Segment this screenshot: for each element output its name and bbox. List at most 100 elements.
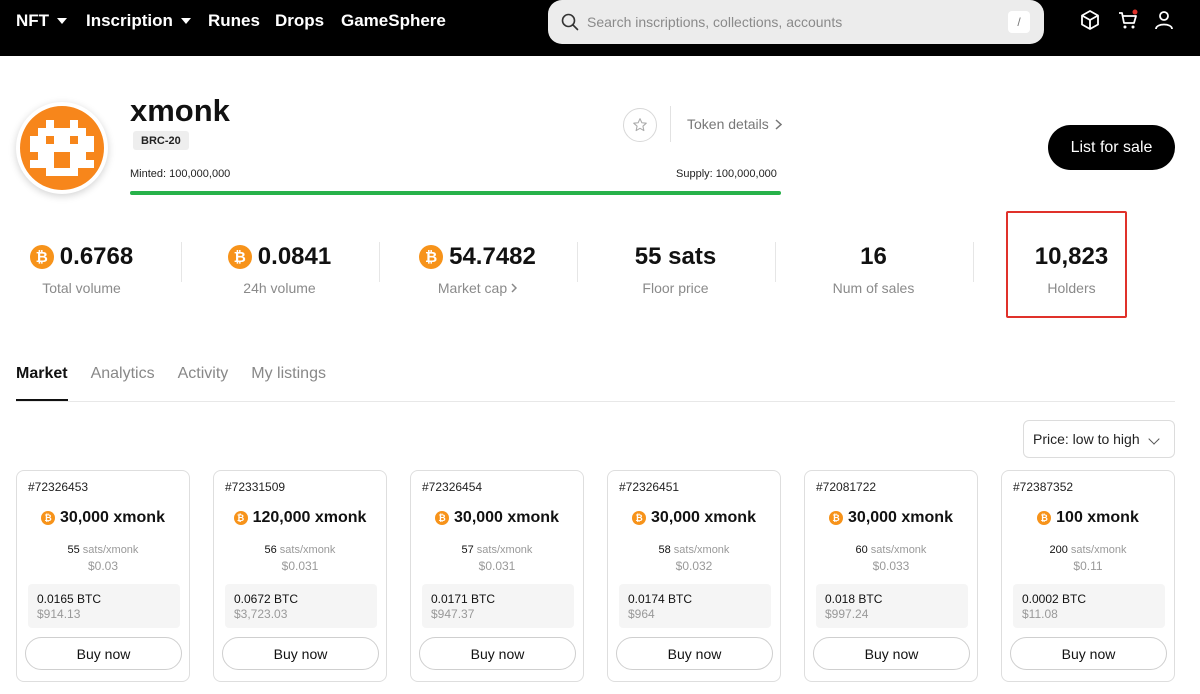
unit-price-unit: sats/xmonk	[476, 544, 533, 556]
unit-price-usd: $0.03	[87, 559, 119, 573]
unit-price-usd: $0.031	[281, 559, 319, 573]
mint-progress-fill	[130, 191, 781, 195]
total-price-usd: $3,723.03	[234, 607, 288, 621]
listing-amount-label: 30,000 xmonk	[651, 509, 756, 526]
mint-progress-bar	[130, 191, 781, 195]
chevron-right-icon	[511, 283, 518, 293]
unit-price: 55 sats/xmonk	[17, 544, 189, 556]
stat-value: 55 sats	[634, 243, 717, 270]
stat-floor-price: 55 sats Floor price	[577, 240, 774, 296]
unit-price-unit: sats/xmonk	[1070, 544, 1127, 556]
unit-price-sats: 200	[1049, 544, 1068, 556]
nav-inscription[interactable]: Inscription	[86, 0, 191, 42]
listing-card[interactable]: #72081722 ₿ 30,000 xmonk 60 sats/xmonk $0.033…	[804, 470, 978, 682]
total-price-box: 0.0002 BTC $11.08	[1013, 584, 1165, 628]
nav-inscription-label: Inscription	[86, 11, 173, 30]
unit-price-usd: $0.033	[872, 559, 910, 573]
listing-amount: ₿ 30,000 xmonk	[608, 509, 780, 527]
total-price-box: 0.0171 BTC $947.37	[422, 584, 574, 628]
favorite-button[interactable]	[623, 108, 657, 142]
unit-price-sats: 60	[855, 544, 868, 556]
total-price-box: 0.0174 BTC $964	[619, 584, 771, 628]
user-icon[interactable]	[1153, 9, 1175, 31]
buy-now-button[interactable]: Buy now	[813, 637, 970, 670]
sort-select[interactable]: Price: low to high	[1023, 420, 1175, 458]
minted-label: Minted: 100,000,000	[130, 168, 231, 180]
listing-card[interactable]: #72326451 ₿ 30,000 xmonk 58 sats/xmonk $0.032…	[607, 470, 781, 682]
list-for-sale-button[interactable]: List for sale	[1048, 125, 1175, 170]
chevron-down-icon	[180, 18, 191, 24]
cart-icon[interactable]	[1117, 9, 1139, 31]
bitcoin-icon: ₿	[435, 511, 450, 525]
bitcoin-icon: ₿	[227, 245, 252, 269]
listing-card[interactable]: #72331509 ₿ 120,000 xmonk 56 sats/xmonk $0.03…	[213, 470, 387, 682]
token-details-link[interactable]: Token details	[687, 116, 782, 132]
total-price-box: 0.0672 BTC $3,723.03	[225, 584, 377, 628]
buy-now-button[interactable]: Buy now	[25, 637, 182, 670]
stat-num-sales: 16 Num of sales	[775, 240, 972, 296]
stat-label: Num of sales	[832, 280, 915, 296]
search-bar: /	[548, 0, 1044, 44]
listing-amount: ₿ 30,000 xmonk	[17, 509, 189, 527]
bitcoin-icon: ₿	[632, 511, 647, 525]
token-standard-badge: BRC-20	[133, 131, 189, 150]
listing-amount-label: 120,000 xmonk	[252, 509, 367, 526]
buy-now-button[interactable]: Buy now	[419, 637, 576, 670]
stat-24h-volume: ₿ 0.0841 24h volume	[181, 240, 378, 296]
unit-price-sats: 55	[67, 544, 80, 556]
tab-market[interactable]: Market	[16, 362, 68, 401]
total-price-btc: 0.0672 BTC	[234, 592, 299, 606]
unit-price: 57 sats/xmonk	[411, 544, 583, 556]
listing-card[interactable]: #72326454 ₿ 30,000 xmonk 57 sats/xmonk $0.031…	[410, 470, 584, 682]
buy-now-button[interactable]: Buy now	[222, 637, 379, 670]
nav-runes[interactable]: Runes	[208, 0, 260, 42]
total-price-btc: 0.0171 BTC	[431, 592, 496, 606]
bitcoin-icon: ₿	[829, 511, 844, 525]
listing-card[interactable]: #72326453 ₿ 30,000 xmonk 55 sats/xmonk $0.03 0…	[16, 470, 190, 682]
token-title: xmonk	[130, 93, 230, 128]
unit-price: 56 sats/xmonk	[214, 544, 386, 556]
top-nav: NFT Inscription Runes Drops GameSphere /	[0, 0, 1200, 56]
listing-card[interactable]: #72387352 ₿ 100 xmonk 200 sats/xmonk $0.11 0.0…	[1001, 470, 1175, 682]
unit-price-sats: 57	[461, 544, 474, 556]
nav-drops[interactable]: Drops	[275, 0, 324, 42]
buy-now-button[interactable]: Buy now	[616, 637, 773, 670]
unit-price: 200 sats/xmonk	[1002, 544, 1174, 556]
supply-label: Supply: 100,000,000	[676, 168, 777, 180]
total-price-btc: 0.0002 BTC	[1022, 592, 1087, 606]
total-price-usd: $947.37	[431, 607, 475, 621]
unit-price-unit: sats/xmonk	[673, 544, 730, 556]
inscription-id: #72326451	[619, 480, 680, 494]
stat-value: 16	[860, 243, 887, 270]
listing-amount-label: 100 xmonk	[1056, 509, 1139, 526]
box-icon[interactable]	[1079, 9, 1101, 31]
listing-amount-label: 30,000 xmonk	[60, 509, 165, 526]
unit-price-usd: $0.032	[675, 559, 713, 573]
stat-market-cap[interactable]: ₿ 54.7482 Market cap	[379, 240, 576, 296]
total-price-btc: 0.0174 BTC	[628, 592, 693, 606]
unit-price-usd: $0.11	[1073, 559, 1103, 573]
stat-label: Total volume	[42, 280, 121, 296]
inscription-id: #72331509	[225, 480, 286, 494]
total-price-usd: $964	[628, 607, 655, 621]
buy-now-button[interactable]: Buy now	[1010, 637, 1167, 670]
holders-highlight-box	[1006, 211, 1127, 318]
nav-nft[interactable]: NFT	[16, 0, 68, 42]
total-price-usd: $914.13	[37, 607, 81, 621]
nav-gamesphere[interactable]: GameSphere	[341, 0, 446, 42]
search-input[interactable]	[587, 14, 997, 30]
inscription-id: #72081722	[816, 480, 877, 494]
listing-amount-label: 30,000 xmonk	[454, 509, 559, 526]
total-price-usd: $11.08	[1022, 607, 1058, 621]
star-icon	[633, 118, 647, 132]
bitcoin-icon: ₿	[29, 245, 54, 269]
nav-gamesphere-label: GameSphere	[341, 11, 446, 30]
tab-bar: Market Analytics Activity My listings	[16, 362, 326, 402]
stat-value: 0.6768	[59, 243, 134, 270]
tab-my-listings[interactable]: My listings	[251, 362, 326, 401]
listing-amount: ₿ 30,000 xmonk	[411, 509, 583, 527]
stat-label: 24h volume	[243, 280, 316, 296]
tab-analytics[interactable]: Analytics	[91, 362, 155, 401]
listing-amount: ₿ 100 xmonk	[1002, 509, 1174, 527]
tab-activity[interactable]: Activity	[178, 362, 229, 401]
